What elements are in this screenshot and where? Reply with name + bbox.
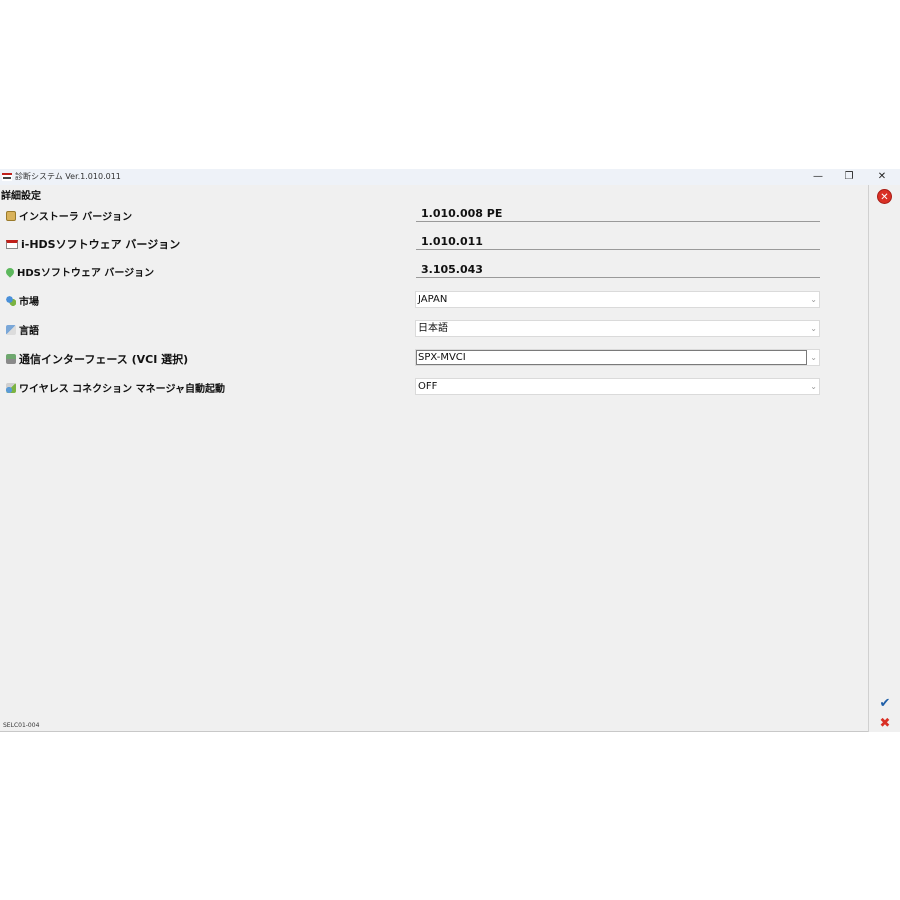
vci-select[interactable]: SPX-MVCI ⌄ xyxy=(415,349,820,366)
app-logo-icon xyxy=(2,173,12,181)
app-window: 診断システム Ver.1.010.011 — ❐ ✕ 詳細設定 インストーラ バ… xyxy=(0,169,900,732)
wireless-select[interactable]: OFF ⌄ xyxy=(415,378,820,395)
title-bar: 診断システム Ver.1.010.011 — ❐ ✕ xyxy=(0,169,900,185)
chevron-down-icon: ⌄ xyxy=(810,382,817,391)
screen-code: SELC01-004 xyxy=(3,722,40,729)
hds-version-label: HDSソフトウェア バージョン xyxy=(4,264,154,279)
window-close-button[interactable]: ✕ xyxy=(867,169,897,185)
window-title: 診断システム Ver.1.010.011 xyxy=(15,172,121,181)
language-select[interactable]: 日本語 ⌄ xyxy=(415,320,820,337)
wireless-icon xyxy=(6,382,16,393)
cancel-x-button[interactable]: ✖ xyxy=(874,716,896,732)
ok-checkmark-button[interactable]: ✔ xyxy=(874,696,896,712)
market-label: 市場 xyxy=(6,293,39,308)
chevron-down-icon: ⌄ xyxy=(810,353,817,362)
minimize-button[interactable]: — xyxy=(803,169,833,185)
language-icon xyxy=(6,324,16,335)
interface-plug-icon xyxy=(6,354,16,364)
vci-label: 通信インターフェース (VCI 選択) xyxy=(6,351,188,367)
section-title: 詳細設定 xyxy=(1,191,41,202)
hds-gem-icon xyxy=(4,265,16,278)
settings-panel: 詳細設定 インストーラ バージョン 1.010.008 PE i-HDSソフトウ… xyxy=(0,185,868,732)
close-icon[interactable]: ✕ xyxy=(877,189,892,204)
chevron-down-icon: ⌄ xyxy=(810,324,817,333)
ihds-logo-icon xyxy=(6,239,18,249)
language-label: 言語 xyxy=(6,322,39,337)
installer-version-value: 1.010.008 PE xyxy=(416,207,820,222)
wireless-label: ワイヤレス コネクション マネージャ自動起動 xyxy=(6,380,225,395)
ihds-version-label: i-HDSソフトウェア バージョン xyxy=(6,236,180,252)
side-toolbar: ✕ ✔ ✖ xyxy=(868,185,900,732)
installer-box-icon xyxy=(6,210,16,221)
chevron-down-icon: ⌄ xyxy=(810,295,817,304)
ihds-version-value: 1.010.011 xyxy=(416,235,820,250)
market-people-icon xyxy=(6,295,16,306)
installer-version-label: インストーラ バージョン xyxy=(6,208,132,223)
market-select[interactable]: JAPAN ⌄ xyxy=(415,291,820,308)
restore-button[interactable]: ❐ xyxy=(834,169,864,185)
hds-version-value: 3.105.043 xyxy=(416,263,820,278)
